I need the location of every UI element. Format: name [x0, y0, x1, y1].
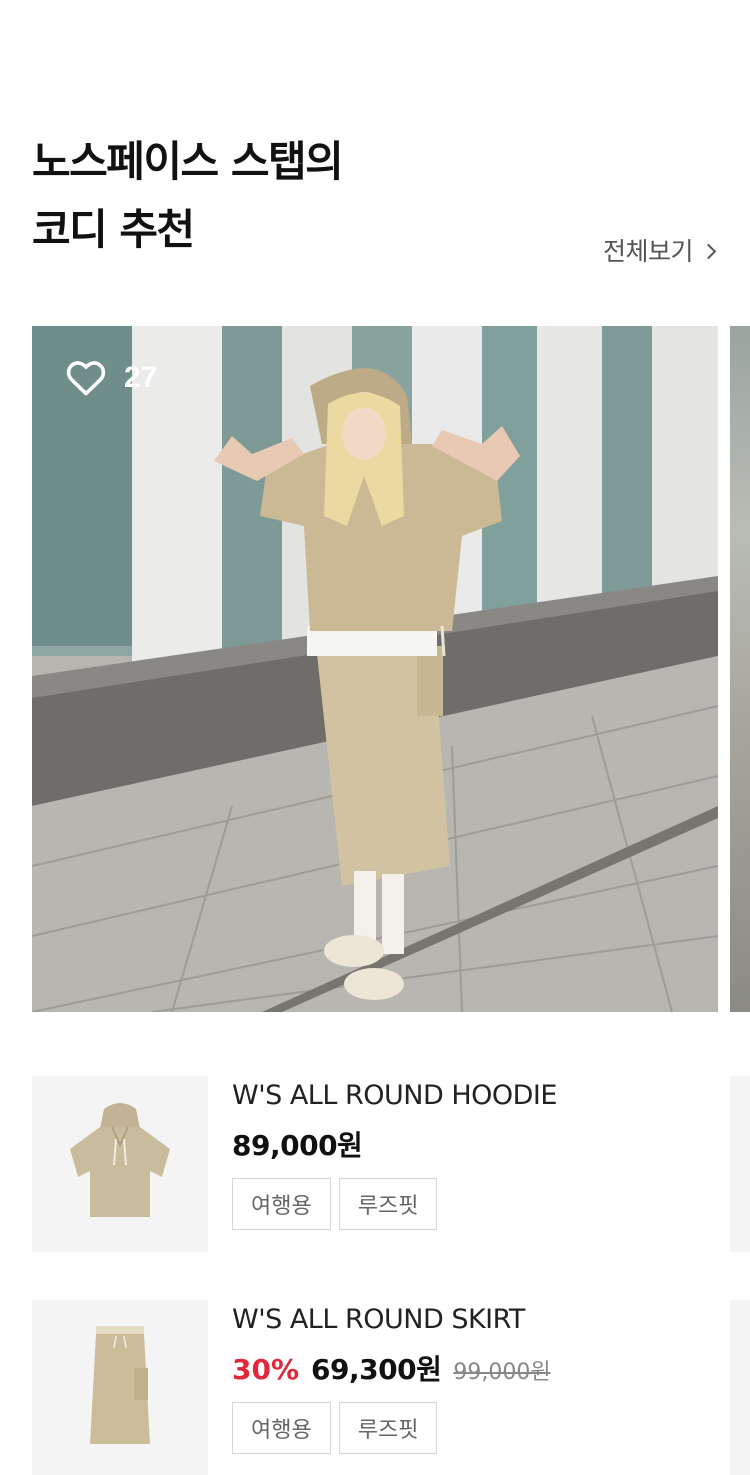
like-button[interactable]: 27 — [66, 360, 157, 396]
product-card[interactable]: W'S ALL ROUND SKIRT 30% 69,300원 99,000원 … — [32, 1300, 750, 1475]
product-info: W'S ALL ROUND HOODIE 89,000원 여행용 루즈핏 — [232, 1076, 557, 1230]
original-price: 99,000원 — [453, 1360, 551, 1385]
next-product-peek[interactable] — [730, 1076, 750, 1252]
like-count: 27 — [124, 361, 158, 394]
next-product-peek[interactable] — [730, 1300, 750, 1475]
product-card[interactable]: W'S ALL ROUND HOODIE 89,000원 여행용 루즈핏 — [32, 1076, 750, 1252]
section-title: 노스페이스 스탭의 코디 추천 — [32, 128, 344, 264]
coordi-recommend-section: 노스페이스 스탭의 코디 추천 전체보기 27 W'S ALL ROUND HO… — [0, 0, 750, 1475]
view-all-link[interactable]: 전체보기 — [602, 232, 717, 268]
tag-travel[interactable]: 여행용 — [232, 1402, 331, 1454]
hoodie-image — [70, 1103, 170, 1217]
tag-travel[interactable]: 여행용 — [232, 1178, 331, 1230]
product-thumbnail[interactable] — [32, 1076, 208, 1252]
title-line-1: 노스페이스 스탭의 — [32, 137, 344, 186]
product-info: W'S ALL ROUND SKIRT 30% 69,300원 99,000원 … — [232, 1300, 551, 1454]
product-tags: 여행용 루즈핏 — [232, 1178, 557, 1230]
view-all-label: 전체보기 — [602, 237, 694, 266]
product-price: 89,000원 — [232, 1129, 363, 1162]
product-name[interactable]: W'S ALL ROUND HOODIE — [232, 1076, 557, 1116]
price-row: 30% 69,300원 99,000원 — [232, 1348, 551, 1388]
discount-rate: 30% — [232, 1353, 300, 1386]
price-row: 89,000원 — [232, 1124, 557, 1164]
heart-outline-icon — [66, 361, 106, 396]
product-name[interactable]: W'S ALL ROUND SKIRT — [232, 1300, 551, 1340]
coordi-photo-illustration — [32, 326, 718, 1012]
tag-loose-fit[interactable]: 루즈핏 — [338, 1402, 438, 1454]
product-price: 69,300원 — [311, 1353, 442, 1386]
product-tags: 여행용 루즈핏 — [232, 1402, 551, 1454]
coordi-photo[interactable] — [32, 326, 718, 1012]
title-line-2: 코디 추천 — [32, 205, 195, 254]
product-thumbnail[interactable] — [32, 1300, 208, 1475]
tag-loose-fit[interactable]: 루즈핏 — [338, 1178, 438, 1230]
next-photo-peek[interactable] — [730, 326, 750, 1012]
chevron-right-icon — [700, 243, 717, 259]
skirt-image — [90, 1326, 150, 1444]
